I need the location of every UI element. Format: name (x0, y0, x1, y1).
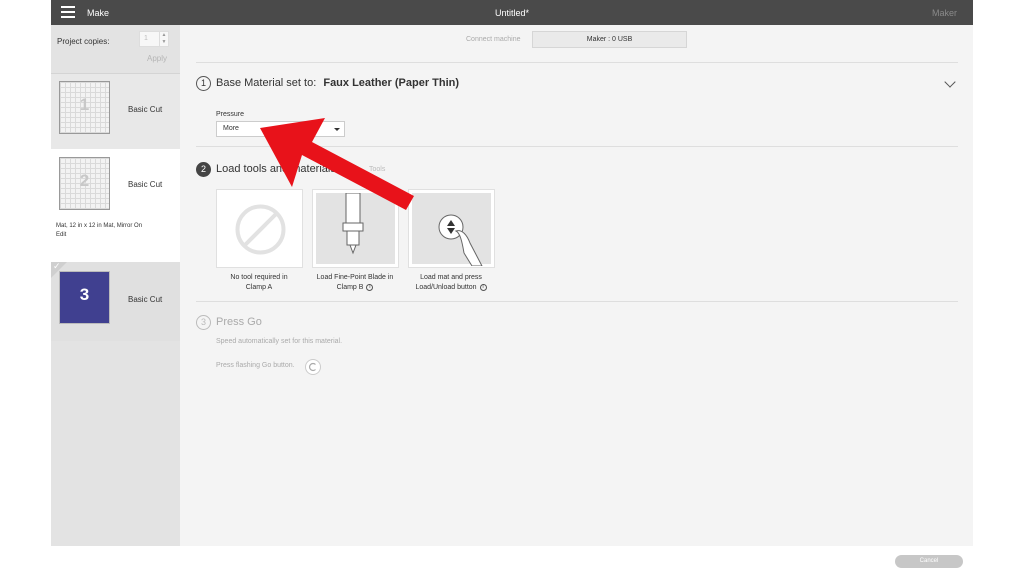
caption-text: Clamp B (336, 284, 364, 291)
machine-name: Maker (931, 8, 957, 18)
connect-machine-label: Connect machine (466, 36, 521, 43)
mat-thumbnail: 3 (59, 271, 110, 324)
mat-thumbnail: 1 (59, 81, 110, 134)
step-3-number: 3 (196, 315, 211, 330)
caption-line: Clamp A (245, 284, 273, 291)
base-material-label: Base Material set to: (216, 77, 317, 89)
go-button-icon (305, 359, 321, 375)
caption-line: Load Fine-Point Blade in (316, 274, 394, 281)
apply-button[interactable]: Apply (147, 54, 167, 63)
bottom-bar: Cancel (51, 546, 973, 576)
caption-line: Clamp Bi (308, 283, 402, 293)
tool-card-load-mat (408, 189, 495, 268)
project-copies-label: Project copies: (57, 37, 110, 46)
fine-point-blade-icon (316, 192, 395, 264)
tool-card-clamp-b (312, 189, 399, 268)
mat-settings-text: Mat, 12 in x 12 in Mat, Mirror On (56, 223, 143, 229)
pressure-select[interactable]: More (216, 121, 345, 137)
mat-sidebar: Project copies: 1 ▲ ▼ Apply 1 Basic Cut 2… (51, 25, 180, 546)
pressure-label: Pressure (216, 111, 245, 118)
cancel-button[interactable]: Cancel (895, 555, 963, 568)
mat-number: 1 (79, 95, 90, 114)
mat-number: 3 (79, 285, 90, 304)
mat-number: 2 (79, 171, 90, 190)
pressure-value: More (223, 125, 239, 132)
tool-caption-a: No tool required in Clamp A (212, 273, 306, 293)
speed-text: Speed automatically set for this materia… (216, 338, 343, 345)
info-icon[interactable]: i (366, 283, 374, 291)
caption-line: Load mat and press (420, 274, 482, 281)
base-material-value: Faux Leather (Paper Thin) (323, 77, 460, 89)
make-screen: Make Untitled* Maker Project copies: 1 ▲… (51, 0, 973, 576)
caption-text: Load/Unload button (415, 284, 477, 291)
step-3-title: Press Go (216, 316, 262, 328)
edit-link[interactable]: Edit (56, 231, 142, 240)
tool-caption-b: Load Fine-Point Blade in Clamp Bi (308, 273, 402, 293)
load-unload-button-icon (412, 193, 491, 267)
divider (196, 146, 958, 147)
press-go-text: Press flashing Go button. (216, 362, 295, 369)
no-tool-icon (220, 193, 299, 264)
step-2-title: Load tools and materials (216, 163, 336, 175)
caption-line: Load/Unload button i (404, 283, 498, 293)
document-title: Untitled* (494, 8, 530, 18)
caption-line: No tool required in (230, 274, 288, 281)
machine-select[interactable]: Maker : 0 USB (532, 31, 687, 48)
caret-down-icon (334, 128, 340, 131)
divider (196, 62, 958, 63)
mat-thumbnail: 2 (59, 157, 110, 210)
mat-label: Basic Cut (128, 105, 163, 114)
chevron-down-icon[interactable] (944, 76, 956, 88)
info-icon[interactable]: i (479, 283, 487, 291)
top-bar: Make Untitled* Maker (51, 0, 973, 25)
tool-caption-c: Load mat and press Load/Unload button i (404, 273, 498, 293)
tool-card-clamp-a (216, 189, 303, 268)
divider (196, 301, 958, 302)
mat-label: Basic Cut (128, 180, 163, 189)
tools-link[interactable]: Tools (369, 166, 385, 173)
mat-label: Basic Cut (128, 295, 163, 304)
mat-info: Mat, 12 in x 12 in Mat, Mirror On Edit (56, 222, 142, 240)
mat-card-2[interactable]: 2 Basic Cut Mat, 12 in x 12 in Mat, Mirr… (51, 149, 180, 262)
step-2-number: 2 (196, 162, 211, 177)
mat-card-3[interactable]: ✓ 3 Basic Cut (51, 261, 180, 341)
step-1-title: Base Material set to: Faux Leather (Pape… (216, 77, 459, 89)
copies-stepper[interactable]: ▲ ▼ (159, 31, 169, 47)
step-1-number: 1 (196, 76, 211, 91)
project-copies-input[interactable]: 1 (139, 31, 161, 47)
mat-card-1[interactable]: 1 Basic Cut (51, 73, 180, 149)
